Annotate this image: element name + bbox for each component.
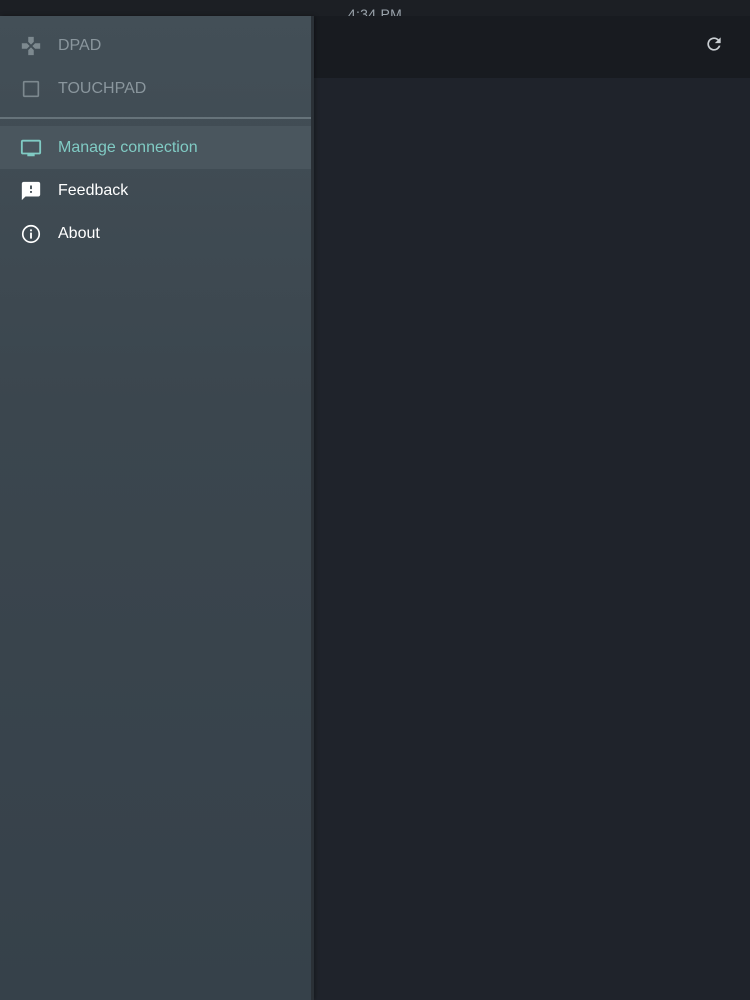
feedback-icon — [20, 180, 42, 202]
drawer-item-about[interactable]: About — [0, 212, 313, 255]
square-outline-icon — [20, 78, 42, 100]
drawer-item-label: Feedback — [58, 181, 129, 199]
drawer-item-manage-connection[interactable]: Manage connection — [0, 126, 313, 169]
app-bar — [313, 16, 750, 78]
drawer-item-label: TOUCHPAD — [58, 79, 147, 97]
refresh-icon — [704, 34, 724, 54]
drawer-item-label: Manage connection — [58, 138, 198, 156]
refresh-button[interactable] — [702, 32, 726, 56]
drawer-item-label: About — [58, 224, 100, 242]
drawer-edge — [311, 16, 314, 1000]
monitor-icon — [20, 137, 42, 159]
navigation-drawer: DPAD TOUCHPAD Manage connection Feedback… — [0, 16, 313, 1000]
drawer-item-feedback[interactable]: Feedback — [0, 169, 313, 212]
drawer-item-touchpad[interactable]: TOUCHPAD — [0, 67, 313, 110]
gamepad-icon — [20, 35, 42, 57]
main-content — [313, 78, 750, 1000]
drawer-item-dpad[interactable]: DPAD — [0, 24, 313, 67]
info-icon — [20, 223, 42, 245]
app-screen: 4:34 PM DPAD TOUCHPAD Manage connection … — [0, 0, 750, 1000]
drawer-divider — [0, 117, 313, 119]
drawer-item-label: DPAD — [58, 36, 102, 54]
